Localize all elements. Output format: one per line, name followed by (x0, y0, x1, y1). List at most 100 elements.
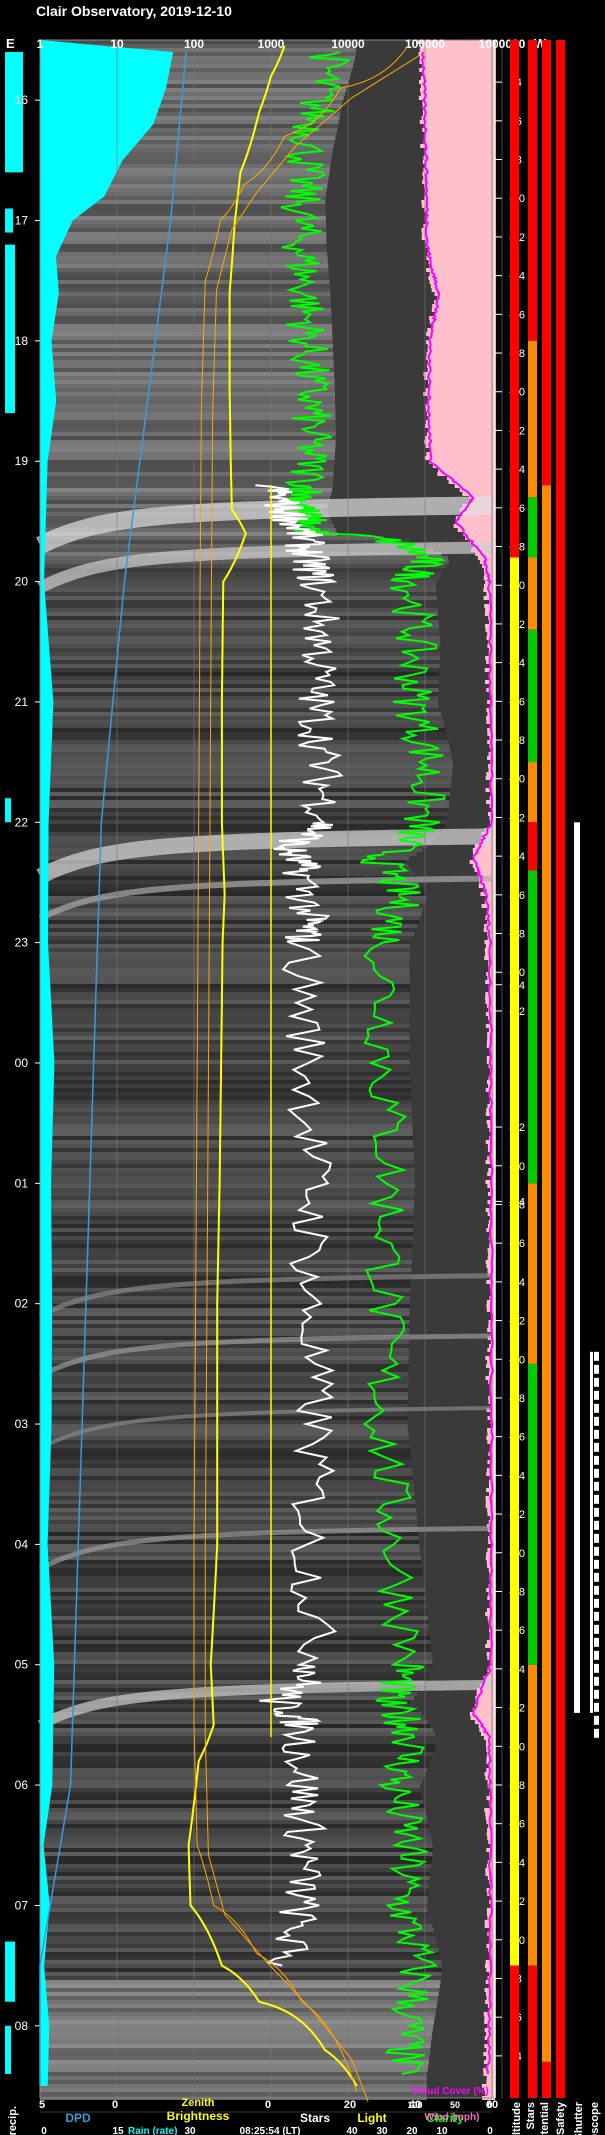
cloud-cover-fill (478, 884, 495, 888)
forecast-precip-mark (5, 52, 23, 173)
telescope-tick (594, 1390, 599, 1400)
histogram-band (40, 1932, 435, 1936)
histogram-band (40, 1908, 428, 1912)
cloud-cover-fill (486, 800, 495, 804)
cloud-cover-fill (420, 76, 495, 80)
histogram-band (40, 304, 331, 308)
histogram-band (40, 1364, 409, 1368)
histogram-band (40, 468, 334, 472)
histogram-band (40, 1044, 410, 1048)
histogram-band (40, 1232, 413, 1236)
top-scale-label: 10000 (331, 37, 365, 51)
cloud-cover-fill (430, 284, 495, 288)
cloud-cover-fill (423, 224, 495, 228)
cloud-cover-fill (418, 80, 495, 84)
histogram-band (40, 1392, 409, 1396)
histogram-band (40, 1068, 410, 1072)
histogram-band (40, 1156, 414, 1160)
histogram-band (40, 2068, 428, 2072)
cloud-cover-fill (424, 436, 495, 440)
histogram-band (40, 392, 335, 396)
histogram-band (40, 1652, 432, 1656)
cloud-cover-fill (424, 152, 495, 156)
histogram-band (40, 972, 410, 976)
histogram-band (40, 776, 452, 780)
histogram-band (40, 956, 410, 960)
histogram-band (40, 1900, 428, 1904)
cloud-cover-fill (486, 1996, 495, 2000)
telescope-tick (594, 1637, 599, 1647)
cloud-cover-fill (428, 380, 495, 384)
histogram-band (40, 1592, 426, 1596)
histogram-band (40, 1188, 415, 1192)
histogram-band (40, 1736, 438, 1740)
histogram-band (40, 592, 437, 596)
histogram-band (40, 752, 452, 756)
histogram-band (40, 764, 453, 768)
histogram-band (40, 1616, 429, 1620)
histogram-band (40, 2052, 430, 2056)
cloud-cover-fill (424, 376, 495, 380)
obs-potential-segment (528, 497, 537, 558)
histogram-band (40, 1116, 413, 1120)
cloud-cover-fill (426, 412, 495, 416)
histogram-band (40, 2044, 431, 2048)
histogram-band (40, 1728, 433, 1732)
histogram-band (40, 2016, 435, 2020)
histogram-band (40, 1972, 442, 1976)
cloud-cover-fill (428, 416, 495, 420)
histogram-band (40, 2084, 427, 2088)
histogram-band (40, 1812, 427, 1816)
telescope-tick (594, 1442, 599, 1452)
stars-segment (510, 557, 519, 1966)
cloud-cover-fill (425, 388, 495, 392)
forecast-precip-mark (5, 244, 15, 414)
histogram-band (40, 268, 329, 272)
cloud-cover-fill (419, 68, 495, 72)
cloud-cover-fill (422, 180, 495, 184)
histogram-band (40, 2072, 428, 2076)
histogram-band (40, 228, 327, 232)
histogram-band (40, 424, 336, 428)
histogram-band (40, 360, 334, 364)
histogram-band (40, 1264, 412, 1268)
cloud-cover-fill (432, 304, 495, 308)
cloud-cover-fill (425, 240, 495, 244)
telescope-tick (594, 1650, 599, 1660)
histogram-band (40, 704, 439, 708)
telescope-tick (594, 1416, 599, 1426)
histogram-band (40, 1996, 439, 2000)
cloud-cover-fill (425, 408, 495, 412)
histogram-band (40, 1056, 410, 1060)
cloud-cover-fill (487, 1248, 495, 1252)
histogram-band (40, 756, 452, 760)
cloud-cover-fill (486, 1864, 495, 1868)
histogram-band (40, 1784, 420, 1788)
strip-label: Shutter (573, 2101, 585, 2135)
cloud-cover-fill (428, 336, 495, 340)
histogram-band (40, 1216, 414, 1220)
histogram-band (40, 388, 335, 392)
histogram-band (40, 1196, 415, 1200)
histogram-band (40, 1396, 408, 1400)
histogram-band (40, 1448, 411, 1452)
cloud-cover-fill (426, 432, 495, 436)
histogram-band (40, 280, 330, 284)
cloud-cover-fill (419, 120, 495, 124)
histogram-band (40, 2048, 431, 2052)
cloud-cover-fill (421, 236, 495, 240)
forecast-precip-mark (5, 1941, 15, 2002)
histogram-band (40, 888, 424, 892)
histogram-band (40, 924, 418, 928)
histogram-band (40, 1580, 424, 1584)
cloud-cover-fill (485, 1980, 495, 1984)
histogram-band (40, 1204, 415, 1208)
histogram-band (40, 1440, 410, 1444)
histogram-band (40, 1836, 432, 1840)
histogram-band (40, 1584, 425, 1588)
histogram-band (40, 352, 334, 356)
histogram-band (40, 404, 336, 408)
cloud-cover-fill (447, 476, 495, 480)
hour-label: 03 (15, 1417, 29, 1431)
histogram-band (40, 1944, 438, 1948)
